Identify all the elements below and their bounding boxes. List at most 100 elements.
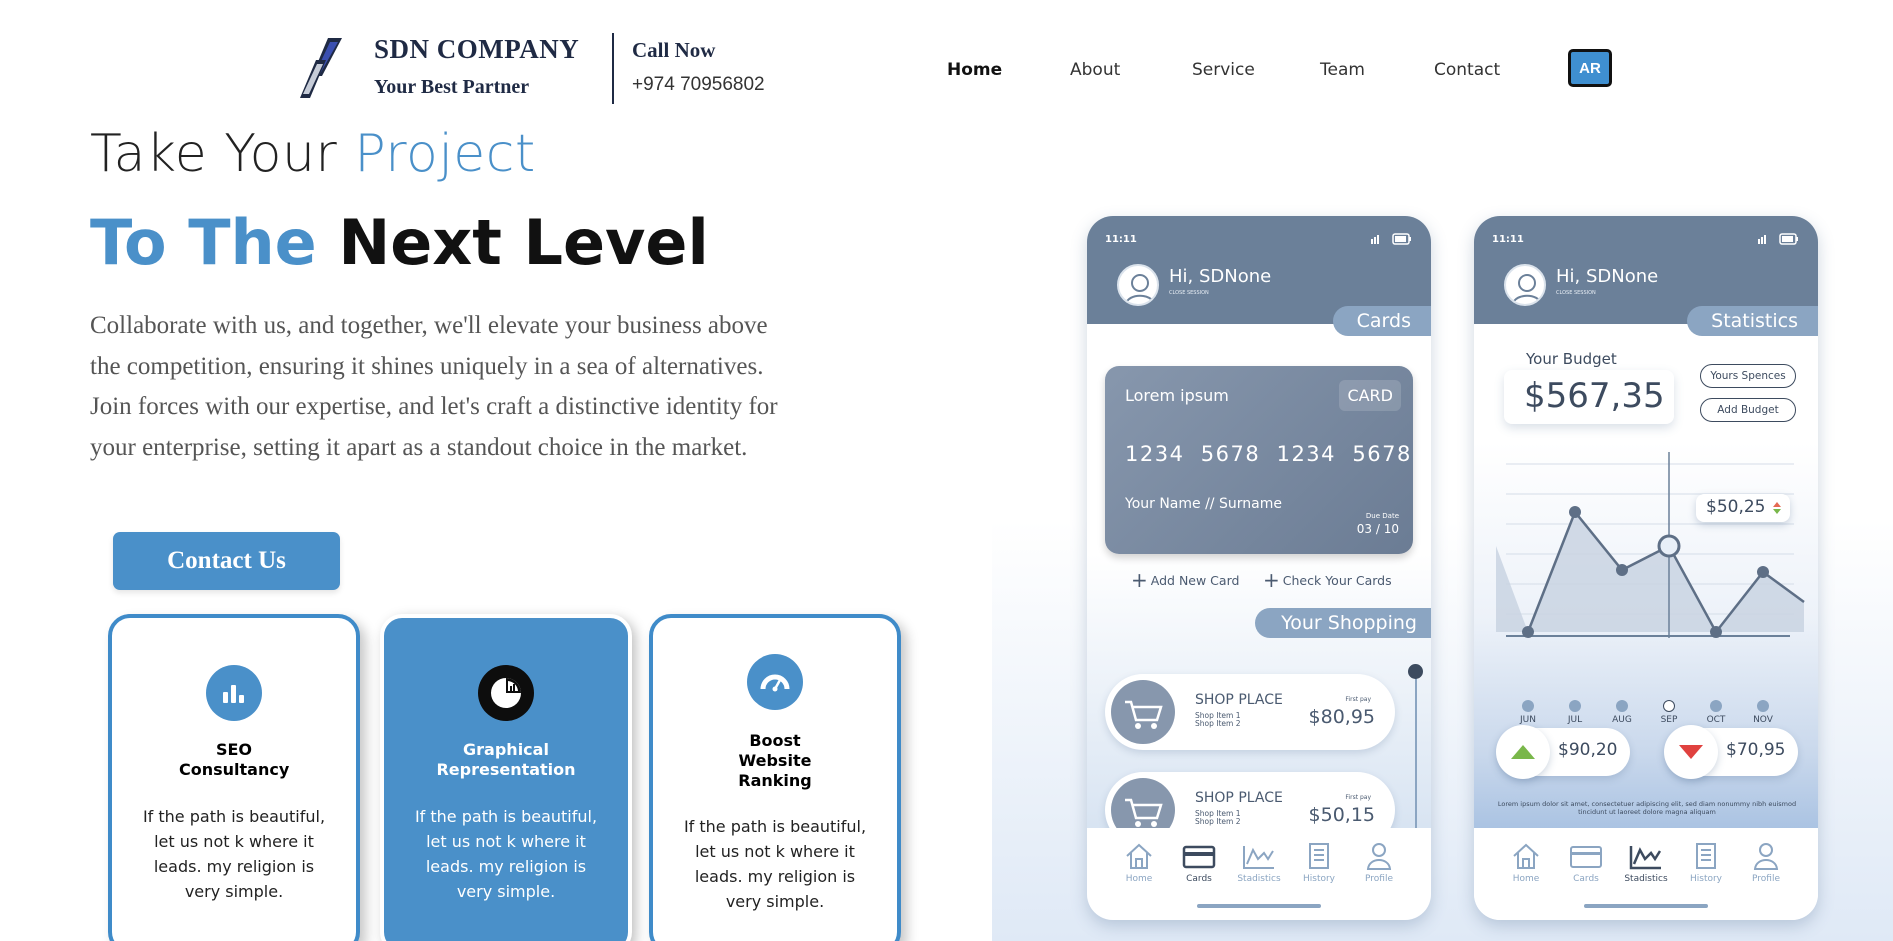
month-dot [1710,700,1722,712]
month-dot [1616,700,1628,712]
document-icon [1309,843,1329,869]
chart-point[interactable] [1522,626,1534,638]
down-arrow-icon [1664,725,1718,779]
phone-tabbar: Home Cards Stadistics History Profile [1474,828,1818,920]
tab-stadistics[interactable]: Stadistics [1233,842,1285,884]
card-holder: Your Name // Surname [1125,496,1282,512]
status-time: 11:11 [1105,234,1137,245]
first-pay-label: First pay [1345,794,1371,801]
language-toggle-button[interactable]: AR [1568,49,1612,87]
shop-name: SHOP PLACE [1195,790,1283,806]
scrollbar-thumb[interactable] [1408,664,1423,679]
decrease-stat[interactable]: $70,95 [1664,725,1798,779]
nav-home[interactable]: Home [947,60,1002,80]
service-card-graphical[interactable]: Graphical Representation If the path is … [380,614,632,941]
hero-line2-plain: Next Level [338,206,709,279]
tab-cards[interactable]: Cards [1560,842,1612,884]
month-label[interactable]: NOV [1743,700,1783,725]
month-dot [1569,700,1581,712]
user-avatar[interactable] [1117,264,1159,306]
nav-team[interactable]: Team [1320,60,1365,80]
month-label[interactable]: JUN [1508,700,1548,725]
shop-item: Shop Item 2 [1195,719,1241,728]
chart-tooltip: $50,25 [1696,494,1790,522]
hero-description: Collaborate with us, and together, we'll… [90,312,778,461]
card-icon [1182,845,1216,869]
tab-label: Cards [1573,874,1599,884]
brand-tagline: Your Best Partner [374,76,530,98]
phone-number[interactable]: +974 70956802 [632,74,765,96]
tab-profile[interactable]: Profile [1740,842,1792,884]
home-icon [1513,843,1539,869]
plus-icon: + [1131,568,1148,592]
service-card-seo[interactable]: SEO Consultancy If the path is beautiful… [108,614,360,941]
due-date-label: Due Date [1365,512,1399,520]
phone-mockup-statistics: 11:11 Hi, SDNone CLOSE SESSION Statistic… [1474,216,1818,920]
check-cards-link[interactable]: + Check Your Cards [1263,568,1392,592]
close-session-link[interactable]: CLOSE SESSION [1169,290,1209,296]
add-card-label: Add New Card [1150,573,1240,588]
month-dot [1663,700,1675,712]
chart-point-selected[interactable] [1657,534,1681,558]
up-down-arrows-icon [1773,502,1781,514]
close-session-link[interactable]: CLOSE SESSION [1556,290,1596,296]
chart-point[interactable] [1569,506,1581,518]
bar-chart-icon [206,665,262,721]
month-text: NOV [1753,715,1773,725]
chart-point[interactable] [1616,564,1628,576]
tab-home[interactable]: Home [1113,842,1165,884]
greeting: Hi, SDNone [1169,266,1272,287]
speedometer-icon [747,654,803,710]
tab-label: Profile [1752,874,1780,884]
month-dot [1757,700,1769,712]
stats-note: Lorem ipsum dolor sit amet, consectetuer… [1497,800,1797,816]
credit-card[interactable]: Lorem ipsum CARD 1234 5678 1234 5678 You… [1105,366,1413,554]
yours-spences-button[interactable]: Yours Spences [1700,364,1796,388]
add-card-link[interactable]: + Add New Card [1131,568,1239,592]
scrollbar-track[interactable] [1415,672,1417,842]
nav-about[interactable]: About [1070,60,1120,80]
shop-row[interactable]: SHOP PLACE Shop Item 1 Shop Item 2 First … [1105,674,1395,750]
chart-point[interactable] [1710,626,1722,638]
month-text: JUL [1567,715,1583,725]
home-indicator [1197,904,1321,908]
header-divider [612,33,614,104]
nav-contact[interactable]: Contact [1434,60,1500,80]
increase-value: $90,20 [1558,740,1618,760]
signal-battery-icon [1758,233,1798,245]
nav-service[interactable]: Service [1192,60,1255,80]
service-title-text: Graphical Representation [436,740,576,779]
month-label[interactable]: OCT [1696,700,1736,725]
service-title: Graphical Representation [384,740,628,780]
chart-point[interactable] [1757,566,1769,578]
add-budget-button[interactable]: Add Budget [1700,398,1796,422]
month-label[interactable]: AUG [1602,700,1642,725]
tab-history[interactable]: History [1293,842,1345,884]
greeting: Hi, SDNone [1556,266,1659,287]
service-card-ranking[interactable]: Boost Website Ranking If the path is bea… [649,614,901,941]
decrease-value: $70,95 [1726,740,1786,760]
tab-label: Home [1512,874,1540,884]
service-title-text: SEO Consultancy [179,740,290,779]
tab-profile[interactable]: Profile [1353,842,1405,884]
tab-history[interactable]: History [1680,842,1732,884]
tab-home[interactable]: Home [1500,842,1552,884]
user-avatar[interactable] [1504,264,1546,306]
service-description: If the path is beautiful, let us not k w… [414,807,598,901]
month-dot [1522,700,1534,712]
tab-cards[interactable]: Cards [1173,842,1225,884]
card-icon [1570,846,1602,868]
service-title: SEO Consultancy [112,740,356,780]
increase-stat[interactable]: $90,20 [1496,725,1630,779]
contact-us-button[interactable]: Contact Us [113,532,340,590]
hero-headline-line1: Take Your Project [90,124,536,184]
company-logo-icon[interactable] [298,36,346,100]
tab-label: Home [1125,874,1153,884]
month-label-selected[interactable]: SEP [1649,700,1689,725]
month-text: AUG [1612,715,1632,725]
tab-stadistics[interactable]: Stadistics [1620,842,1672,884]
tooltip-value: $50,25 [1706,497,1766,517]
home-indicator [1584,904,1708,908]
up-arrow-icon [1496,725,1550,779]
month-label[interactable]: JUL [1555,700,1595,725]
